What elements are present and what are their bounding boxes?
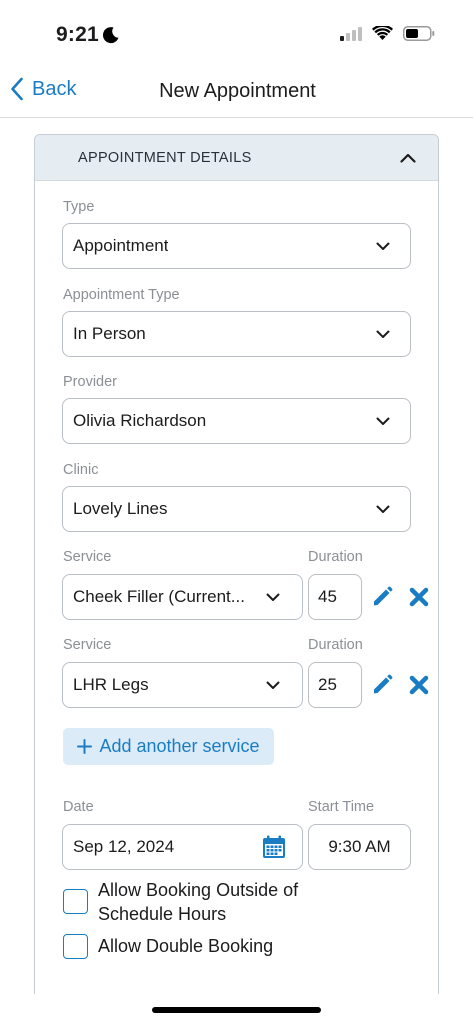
duration-input[interactable]: 45	[308, 574, 362, 620]
allow-outside-hours-checkbox[interactable]	[63, 889, 88, 914]
chevron-down-icon	[376, 242, 390, 250]
duration-value: 25	[318, 675, 337, 694]
date-label: Date	[63, 799, 94, 815]
type-label: Type	[63, 199, 95, 215]
allow-double-booking-row[interactable]: Allow Double Booking	[63, 934, 273, 959]
navigation-bar: Back New Appointment	[0, 60, 473, 118]
edit-service-button[interactable]	[371, 585, 393, 607]
status-icons	[340, 26, 435, 41]
page-title: New Appointment	[159, 80, 316, 102]
close-icon	[409, 587, 428, 606]
appointment-type-select[interactable]: In Person	[62, 311, 411, 357]
chevron-down-icon	[266, 681, 280, 689]
service-value: LHR Legs	[73, 675, 149, 694]
chevron-down-icon	[376, 505, 390, 513]
calendar-icon[interactable]	[262, 835, 286, 859]
close-icon	[409, 675, 428, 694]
pencil-icon	[373, 674, 392, 693]
allow-outside-hours-label: Allow Booking Outside of Schedule Hours	[98, 878, 298, 926]
start-time-value: 9:30 AM	[328, 837, 391, 856]
status-bar: 9:21	[0, 0, 473, 60]
provider-select[interactable]: Olivia Richardson	[62, 398, 411, 444]
home-indicator	[152, 1007, 321, 1013]
chevron-down-icon	[376, 417, 390, 425]
service-select[interactable]: Cheek Filler (Current...	[62, 574, 303, 620]
allow-double-booking-checkbox[interactable]	[63, 934, 88, 959]
clinic-label: Clinic	[63, 462, 99, 478]
appointment-type-value: In Person	[73, 324, 146, 343]
chevron-up-icon[interactable]	[400, 153, 416, 163]
add-service-button[interactable]: Add another service	[63, 728, 274, 765]
duration-label: Duration	[308, 549, 363, 565]
provider-value: Olivia Richardson	[73, 411, 207, 430]
clinic-value: Lovely Lines	[73, 499, 168, 518]
appointment-details-card: APPOINTMENT DETAILS Type Appointment App…	[34, 134, 439, 994]
start-time-input[interactable]: 9:30 AM	[308, 824, 411, 870]
remove-service-button[interactable]	[408, 586, 429, 607]
chevron-down-icon	[266, 593, 280, 601]
duration-input[interactable]: 25	[308, 662, 362, 708]
section-title: APPOINTMENT DETAILS	[78, 149, 252, 166]
type-value: Appointment	[73, 236, 169, 255]
pencil-icon	[373, 586, 392, 605]
add-service-label: Add another service	[99, 736, 260, 756]
clinic-select[interactable]: Lovely Lines	[62, 486, 411, 532]
provider-label: Provider	[63, 374, 117, 390]
allow-double-booking-label: Allow Double Booking	[98, 936, 274, 956]
status-time: 9:21	[56, 23, 120, 47]
duration-value: 45	[318, 587, 337, 606]
moon-icon	[102, 27, 119, 44]
plus-icon	[77, 739, 93, 754]
signal-icon	[340, 26, 362, 41]
type-select[interactable]: Appointment	[62, 223, 411, 269]
wifi-icon	[372, 26, 393, 40]
chevron-down-icon	[376, 330, 390, 338]
allow-outside-hours-line2: Schedule Hours	[98, 904, 227, 924]
appointment-details-header[interactable]: APPOINTMENT DETAILS	[35, 135, 438, 181]
status-time-text: 9:21	[56, 23, 99, 46]
date-input[interactable]: Sep 12, 2024	[62, 824, 303, 870]
appointment-type-label: Appointment Type	[63, 287, 180, 303]
remove-service-button[interactable]	[408, 674, 429, 695]
date-value: Sep 12, 2024	[73, 837, 175, 856]
service-value: Cheek Filler (Current...	[73, 587, 245, 606]
allow-outside-hours-row[interactable]: Allow Booking Outside of Schedule Hours	[63, 878, 298, 926]
service-label: Service	[63, 549, 112, 565]
edit-service-button[interactable]	[371, 673, 393, 695]
service-select[interactable]: LHR Legs	[62, 662, 303, 708]
battery-icon	[403, 26, 435, 41]
start-time-label: Start Time	[308, 799, 375, 815]
allow-outside-hours-line1: Allow Booking Outside of	[98, 880, 299, 900]
service-label: Service	[63, 637, 112, 653]
duration-label: Duration	[308, 637, 363, 653]
